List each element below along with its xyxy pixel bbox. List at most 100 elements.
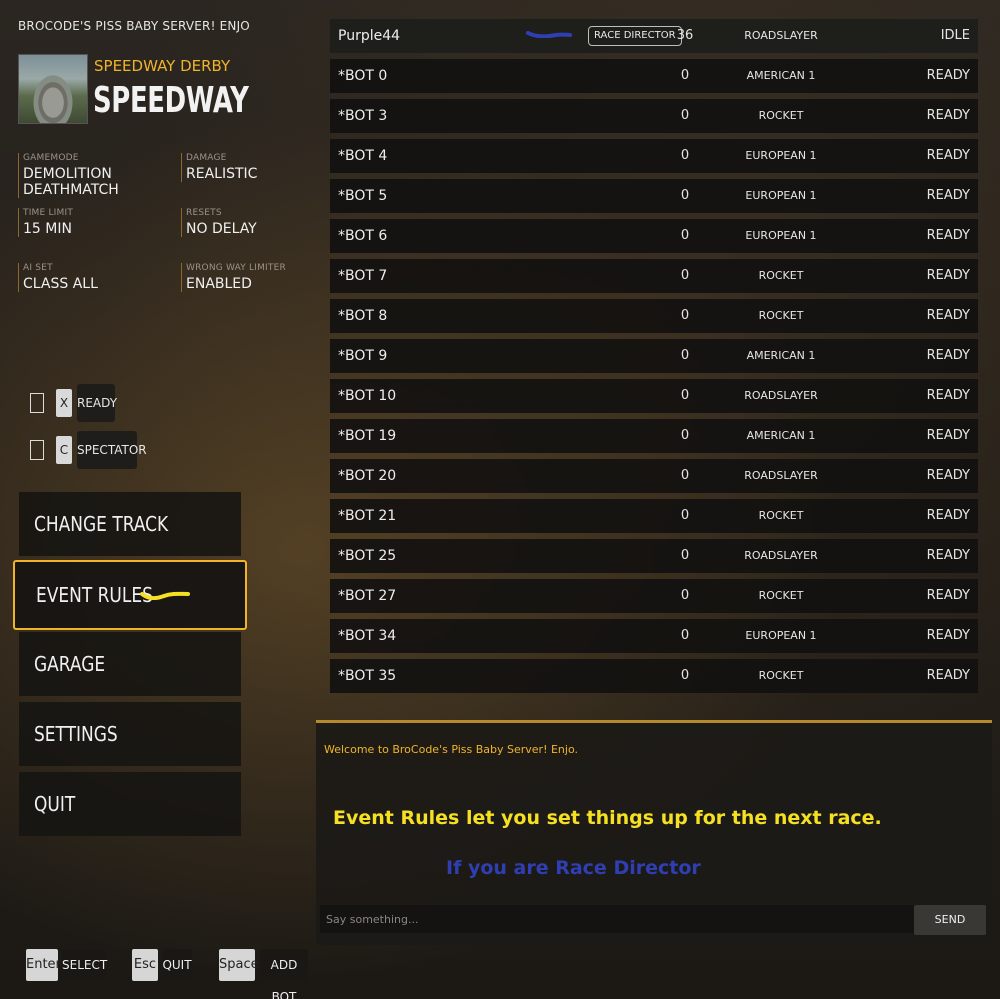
info-wrong-way-limiter: WRONG WAY LIMITER ENABLED bbox=[181, 263, 336, 292]
player-row[interactable]: *BOT 19 0 AMERICAN 1 READY bbox=[330, 419, 978, 453]
player-car: ROADSLAYER bbox=[744, 29, 818, 42]
player-row[interactable]: *BOT 6 0 EUROPEAN 1 READY bbox=[330, 219, 978, 253]
ready-key-hint: X bbox=[56, 389, 72, 417]
player-status: READY bbox=[926, 268, 970, 283]
player-car: ROADSLAYER bbox=[744, 469, 818, 482]
event-rules-button[interactable]: EVENT RULES bbox=[13, 560, 247, 630]
player-name: *BOT 6 bbox=[338, 228, 388, 244]
player-score: 0 bbox=[680, 308, 690, 323]
ready-label[interactable]: READY bbox=[77, 384, 117, 422]
player-row[interactable]: *BOT 8 0 ROCKET READY bbox=[330, 299, 978, 333]
player-status: READY bbox=[926, 468, 970, 483]
send-button[interactable]: SEND bbox=[914, 905, 986, 935]
player-row[interactable]: *BOT 3 0 ROCKET READY bbox=[330, 99, 978, 133]
player-car: AMERICAN 1 bbox=[746, 69, 816, 82]
player-car: AMERICAN 1 bbox=[746, 429, 816, 442]
player-status: READY bbox=[926, 548, 970, 563]
blue-annotation-mark bbox=[526, 31, 572, 38]
quit-button[interactable]: QUIT bbox=[19, 772, 241, 836]
settings-button[interactable]: SETTINGS bbox=[19, 702, 241, 766]
player-row[interactable]: *BOT 10 0 ROADSLAYER READY bbox=[330, 379, 978, 413]
player-car: AMERICAN 1 bbox=[746, 349, 816, 362]
player-name: *BOT 9 bbox=[338, 348, 388, 364]
info-gamemode: GAMEMODE DEMOLITION DEATHMATCH bbox=[18, 153, 173, 198]
quit-hint-button[interactable]: QUIT bbox=[162, 949, 192, 981]
server-title: BROCODE'S PISS BABY SERVER! ENJO bbox=[18, 19, 250, 33]
chat-input[interactable] bbox=[320, 905, 918, 933]
select-hint-button[interactable]: SELECT bbox=[62, 949, 107, 981]
player-car: ROCKET bbox=[758, 669, 804, 682]
player-row[interactable]: *BOT 9 0 AMERICAN 1 READY bbox=[330, 339, 978, 373]
garage-button[interactable]: GARAGE bbox=[19, 632, 241, 696]
player-score: 0 bbox=[680, 68, 690, 83]
player-score: 0 bbox=[680, 428, 690, 443]
chat-panel: Welcome to BroCode's Piss Baby Server! E… bbox=[316, 720, 992, 945]
player-status: IDLE bbox=[940, 28, 970, 43]
player-name: Purple44 bbox=[338, 28, 401, 44]
menu-label: QUIT bbox=[34, 792, 76, 816]
player-row[interactable]: *BOT 0 0 AMERICAN 1 READY bbox=[330, 59, 978, 93]
player-row[interactable]: *BOT 21 0 ROCKET READY bbox=[330, 499, 978, 533]
player-status: READY bbox=[926, 388, 970, 403]
player-row[interactable]: *BOT 27 0 ROCKET READY bbox=[330, 579, 978, 613]
add-bot-hint-button[interactable]: ADD BOT bbox=[260, 949, 308, 999]
player-car: EUROPEAN 1 bbox=[745, 629, 817, 642]
player-score: 0 bbox=[680, 548, 690, 563]
spectator-label[interactable]: SPECTATOR bbox=[77, 431, 147, 469]
spectator-key-hint: C bbox=[56, 436, 72, 464]
player-row[interactable]: Purple44 RACE DIRECTOR 36 ROADSLAYER IDLE bbox=[330, 19, 978, 53]
player-row[interactable]: *BOT 34 0 EUROPEAN 1 READY bbox=[330, 619, 978, 653]
player-status: READY bbox=[926, 428, 970, 443]
info-label: WRONG WAY LIMITER bbox=[186, 263, 286, 273]
player-name: *BOT 19 bbox=[338, 428, 397, 444]
race-director-badge: RACE DIRECTOR bbox=[588, 26, 682, 46]
info-resets: RESETS NO DELAY bbox=[181, 208, 336, 237]
player-score: 0 bbox=[680, 348, 690, 363]
menu-label: EVENT RULES bbox=[36, 583, 153, 607]
player-status: READY bbox=[926, 588, 970, 603]
player-score: 0 bbox=[680, 268, 690, 283]
info-value: 15 MIN bbox=[23, 221, 72, 237]
player-score: 0 bbox=[680, 108, 690, 123]
yellow-annotation-mark bbox=[140, 591, 190, 600]
spectator-checkbox[interactable] bbox=[30, 440, 44, 460]
chat-welcome-message: Welcome to BroCode's Piss Baby Server! E… bbox=[324, 743, 578, 756]
player-car: EUROPEAN 1 bbox=[745, 149, 817, 162]
player-score: 0 bbox=[680, 388, 690, 403]
player-row[interactable]: *BOT 5 0 EUROPEAN 1 READY bbox=[330, 179, 978, 213]
player-score: 0 bbox=[680, 228, 690, 243]
player-score: 0 bbox=[680, 668, 690, 683]
player-status: READY bbox=[926, 308, 970, 323]
player-name: *BOT 3 bbox=[338, 108, 388, 124]
race-director-annotation: If you are Race Director bbox=[446, 857, 701, 879]
player-status: READY bbox=[926, 188, 970, 203]
player-row[interactable]: *BOT 35 0 ROCKET READY bbox=[330, 659, 978, 693]
player-row[interactable]: *BOT 20 0 ROADSLAYER READY bbox=[330, 459, 978, 493]
change-track-button[interactable]: CHANGE TRACK bbox=[19, 492, 241, 556]
player-row[interactable]: *BOT 7 0 ROCKET READY bbox=[330, 259, 978, 293]
space-key-hint: Space bbox=[219, 949, 259, 981]
info-value: NO DELAY bbox=[186, 221, 257, 237]
player-row[interactable]: *BOT 25 0 ROADSLAYER READY bbox=[330, 539, 978, 573]
player-name: *BOT 20 bbox=[338, 468, 397, 484]
ready-checkbox[interactable] bbox=[30, 393, 44, 413]
player-status: READY bbox=[926, 68, 970, 83]
menu-label: GARAGE bbox=[34, 652, 106, 676]
info-value: DEMOLITION DEATHMATCH bbox=[23, 166, 119, 198]
player-status: READY bbox=[926, 668, 970, 683]
track-name: SPEEDWAY bbox=[93, 80, 249, 121]
info-value: REALISTIC bbox=[186, 166, 258, 182]
player-name: *BOT 35 bbox=[338, 668, 397, 684]
track-thumbnail bbox=[18, 54, 88, 124]
menu-label: CHANGE TRACK bbox=[34, 512, 169, 536]
info-value: ENABLED bbox=[186, 276, 252, 292]
player-name: *BOT 10 bbox=[338, 388, 397, 404]
player-status: READY bbox=[926, 148, 970, 163]
player-status: READY bbox=[926, 108, 970, 123]
player-name: *BOT 25 bbox=[338, 548, 397, 564]
enter-key-hint: Enter bbox=[26, 949, 61, 981]
track-subtitle: SPEEDWAY DERBY bbox=[94, 57, 231, 75]
player-row[interactable]: *BOT 4 0 EUROPEAN 1 READY bbox=[330, 139, 978, 173]
info-value: CLASS ALL bbox=[23, 276, 98, 292]
menu-label: SETTINGS bbox=[34, 722, 118, 746]
